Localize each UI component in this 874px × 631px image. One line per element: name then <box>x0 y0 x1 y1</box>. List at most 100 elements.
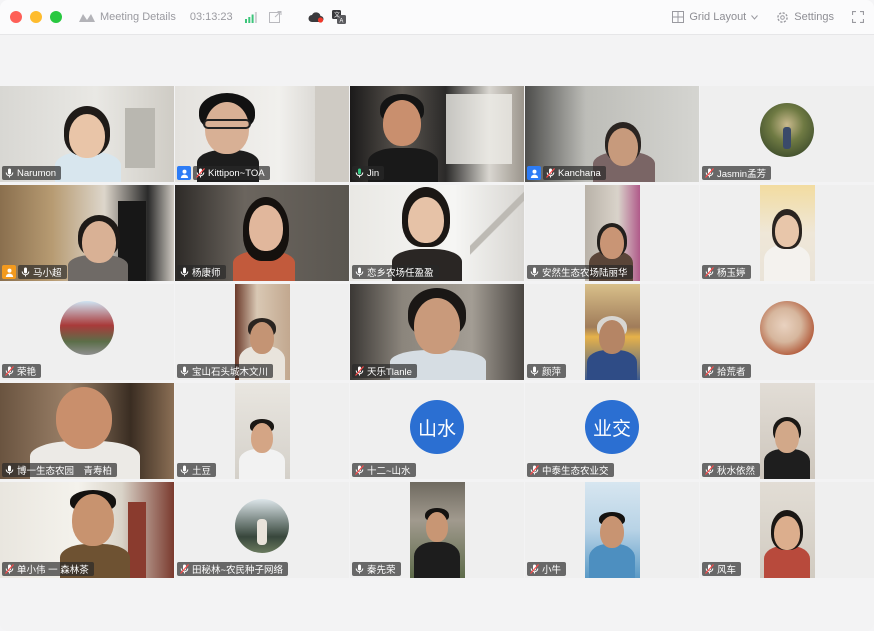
participant-tile[interactable]: 宝山石头城木文川 <box>175 284 349 380</box>
microphone-icon <box>5 465 14 475</box>
cloud-record-icon[interactable] <box>308 11 324 23</box>
participant-name: Narumon <box>17 167 57 179</box>
participant-name: Kanchana <box>558 167 601 179</box>
grid-layout-label: Grid Layout <box>689 11 747 23</box>
participant-nameplate: 十二~山水 <box>352 463 416 477</box>
microphone-muted-icon <box>705 366 714 376</box>
fullscreen-icon <box>852 11 864 23</box>
participant-name: 十二~山水 <box>367 466 411 477</box>
participant-tile[interactable]: 田秘林~农民种子网络 <box>175 482 349 578</box>
participant-tile[interactable]: Narumon <box>0 86 174 182</box>
microphone-icon <box>5 168 14 178</box>
participant-tile[interactable]: 荣艳 <box>0 284 174 380</box>
participant-nameplate: Kanchana <box>543 166 606 180</box>
participant-tile[interactable]: Jasmin孟芳 <box>700 86 874 182</box>
participant-nameplate: Narumon <box>2 166 62 180</box>
participant-tile-active-speaker[interactable]: Jin <box>350 86 524 182</box>
participant-name: 天乐Tlanle <box>367 367 412 378</box>
participant-name: 秋水依然 <box>717 466 756 477</box>
participant-name: 颜萍 <box>542 367 562 378</box>
microphone-muted-icon <box>705 465 714 475</box>
participant-tile[interactable]: 单小伟 一 森林茶 <box>0 482 174 578</box>
meeting-details-link[interactable]: Meeting Details <box>100 11 176 23</box>
meeting-timer: 03:13:23 <box>189 11 233 23</box>
participant-tile[interactable]: 杨玉婷 <box>700 185 874 281</box>
participant-tile[interactable]: 秋水依然 <box>700 383 874 479</box>
participant-tile[interactable]: Kanchana <box>525 86 699 182</box>
participant-nameplate: 宝山石头城木文川 <box>177 364 274 378</box>
participant-nameplate: 杨康师 <box>177 265 226 279</box>
participant-nameplate: 安然生态农场陆丽华 <box>527 265 633 279</box>
participant-name: 安然生态农场陆丽华 <box>542 268 628 279</box>
maximize-window-button[interactable] <box>50 11 62 23</box>
participant-tile[interactable]: 山水 十二~山水 <box>350 383 524 479</box>
participant-tile[interactable]: 颜萍 <box>525 284 699 380</box>
minimize-window-button[interactable] <box>30 11 42 23</box>
participant-name: 杨康师 <box>192 268 221 279</box>
participant-name: Kittipon~TOA <box>208 167 265 179</box>
participant-name: 拾荒者 <box>717 367 746 378</box>
microphone-muted-icon <box>530 564 539 574</box>
participant-name: 博一生态农园 青寿柏 <box>17 466 113 477</box>
participant-tile[interactable]: 博一生态农园 青寿柏 <box>0 383 174 479</box>
participant-tile[interactable]: 业交 中泰生态农业交 <box>525 383 699 479</box>
svg-text:A: A <box>339 18 343 24</box>
fullscreen-button[interactable] <box>852 11 864 23</box>
microphone-muted-icon <box>355 465 364 475</box>
cohost-badge-icon <box>2 265 16 279</box>
participant-name: 土豆 <box>192 466 212 477</box>
settings-label: Settings <box>794 11 834 23</box>
gear-icon <box>777 11 789 23</box>
participant-tile[interactable]: 土豆 <box>175 383 349 479</box>
participant-tile[interactable]: 马小超 <box>0 185 174 281</box>
translate-icon[interactable]: 文A <box>331 10 346 24</box>
participant-tile[interactable]: 安然生态农场陆丽华 <box>525 185 699 281</box>
title-bar-right-controls: Grid Layout Settings <box>658 0 864 34</box>
participant-initials-avatar: 山水 <box>410 400 464 455</box>
grid-layout-button[interactable]: Grid Layout <box>672 11 759 23</box>
participant-name: 单小伟 一 森林茶 <box>17 565 89 576</box>
microphone-icon <box>530 366 539 376</box>
participant-tile[interactable]: Kittipon~TOA <box>175 86 349 182</box>
participant-name: 马小超 <box>33 268 62 279</box>
video-grid: Narumon Kittipon~TOA Jin Kanchana Jasmin… <box>0 86 874 578</box>
participant-name: 田秘林~农民种子网络 <box>192 565 284 576</box>
participant-nameplate: Jin <box>352 166 385 180</box>
participant-nameplate: Jasmin孟芳 <box>702 166 772 180</box>
participant-name: 小牛 <box>542 565 562 576</box>
signal-strength-icon[interactable] <box>244 11 257 23</box>
participant-name: 中泰生态农业交 <box>542 466 609 477</box>
participant-nameplate: 秦先荣 <box>352 562 401 576</box>
participant-tile[interactable]: 天乐Tlanle <box>350 284 524 380</box>
participant-tile[interactable]: 拾荒者 <box>700 284 874 380</box>
participant-avatar <box>235 499 289 554</box>
participant-tile[interactable]: 杨康师 <box>175 185 349 281</box>
participant-name: Jin <box>367 167 380 179</box>
participant-tile[interactable]: 小牛 <box>525 482 699 578</box>
microphone-muted-icon <box>5 564 14 574</box>
share-screen-icon[interactable] <box>268 11 282 23</box>
microphone-icon <box>180 267 189 277</box>
participant-nameplate: 田秘林~农民种子网络 <box>177 562 289 576</box>
participant-nameplate: 中泰生态农业交 <box>527 463 614 477</box>
participant-nameplate: 杨玉婷 <box>702 265 751 279</box>
participant-nameplate: 小牛 <box>527 562 567 576</box>
participant-nameplate: Kittipon~TOA <box>193 166 270 180</box>
participant-tile[interactable]: 秦先荣 <box>350 482 524 578</box>
settings-button[interactable]: Settings <box>776 11 834 24</box>
microphone-muted-icon <box>196 168 205 178</box>
microphone-icon <box>530 267 539 277</box>
microphone-muted-icon <box>705 564 714 574</box>
microphone-muted-icon <box>705 168 714 178</box>
participant-name: 荣艳 <box>17 367 37 378</box>
participant-tile[interactable]: 风车 <box>700 482 874 578</box>
participant-nameplate: 天乐Tlanle <box>352 364 417 378</box>
participant-tile[interactable]: 恋乡农场任盈盈 <box>350 185 524 281</box>
participant-name: Jasmin孟芳 <box>717 169 767 180</box>
participant-name: 秦先荣 <box>367 565 396 576</box>
microphone-muted-icon <box>546 168 555 178</box>
participant-name: 恋乡农场任盈盈 <box>367 268 434 279</box>
microphone-icon <box>355 267 364 277</box>
participant-nameplate: 拾荒者 <box>702 364 751 378</box>
close-window-button[interactable] <box>10 11 22 23</box>
